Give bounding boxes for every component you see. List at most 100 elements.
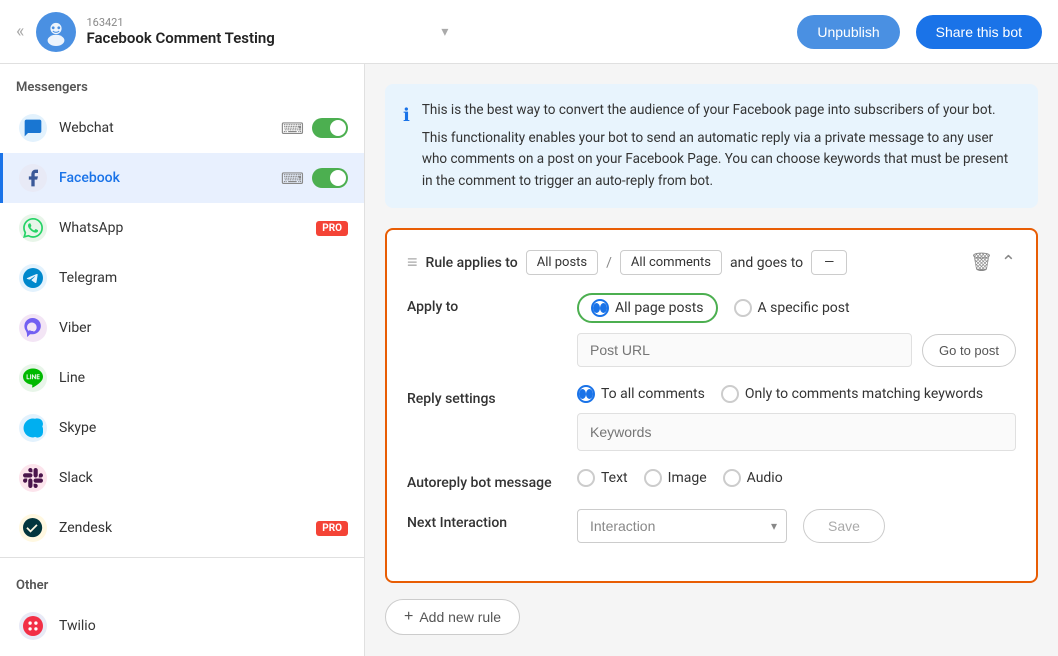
- interaction-select[interactable]: Interaction: [577, 509, 787, 543]
- only-matching-option[interactable]: Only to comments matching keywords: [721, 385, 983, 403]
- zendesk-label: Zendesk: [59, 520, 316, 536]
- messengers-section-title: Messengers: [0, 64, 364, 103]
- main-layout: Messengers Webchat ⌨ Facebook ⌨: [0, 64, 1058, 656]
- collapse-rule-icon[interactable]: ⌃: [1001, 252, 1016, 273]
- twilio-label: Twilio: [59, 618, 348, 634]
- sidebar-item-twilio[interactable]: Twilio: [0, 601, 364, 651]
- keywords-input[interactable]: [577, 413, 1016, 451]
- specific-post-option[interactable]: A specific post: [734, 299, 850, 317]
- reply-settings-row: Reply settings To all comments Only to c…: [407, 385, 1016, 451]
- post-url-input[interactable]: [577, 333, 912, 367]
- content-area: ℹ This is the best way to convert the au…: [365, 64, 1058, 656]
- text-label: Text: [601, 470, 628, 486]
- rule-card: ≡ Rule applies to All posts / All commen…: [385, 228, 1038, 583]
- go-to-post-button[interactable]: Go to post: [922, 334, 1016, 367]
- webchat-icon: [19, 114, 47, 142]
- info-text: This is the best way to convert the audi…: [422, 100, 1020, 192]
- apply-to-label: Apply to: [407, 293, 577, 315]
- bot-dropdown-icon[interactable]: ▾: [441, 24, 448, 40]
- autoreply-label: Autoreply bot message: [407, 469, 577, 491]
- apply-to-row: Apply to All page posts A specific post: [407, 293, 1016, 367]
- add-new-rule-button[interactable]: + Add new rule: [385, 599, 520, 635]
- unpublish-button[interactable]: Unpublish: [797, 15, 899, 49]
- apply-to-options: All page posts A specific post: [577, 293, 1016, 323]
- webchat-label: Webchat: [59, 120, 281, 136]
- whatsapp-icon: [19, 214, 47, 242]
- info-box: ℹ This is the best way to convert the au…: [385, 84, 1038, 208]
- all-page-posts-option[interactable]: All page posts: [577, 293, 718, 323]
- rule-header: ≡ Rule applies to All posts / All commen…: [407, 250, 1016, 275]
- goes-to-value[interactable]: —: [811, 250, 847, 275]
- rule-applies-label: Rule applies to: [426, 255, 518, 271]
- header: « 163421 Facebook Comment Testing ▾ Unpu…: [0, 0, 1058, 64]
- only-matching-label: Only to comments matching keywords: [745, 386, 983, 402]
- info-line2: This functionality enables your bot to s…: [422, 128, 1020, 193]
- viber-icon: [19, 314, 47, 342]
- sidebar-item-skype[interactable]: Skype: [0, 403, 364, 453]
- facebook-toggle[interactable]: [312, 168, 348, 188]
- image-option[interactable]: Image: [644, 469, 707, 487]
- sidebar-item-whatsapp[interactable]: WhatsApp PRO: [0, 203, 364, 253]
- interaction-select-wrapper: Interaction ▾: [577, 509, 787, 543]
- sidebar: Messengers Webchat ⌨ Facebook ⌨: [0, 64, 365, 656]
- telegram-label: Telegram: [59, 270, 348, 286]
- audio-radio[interactable]: [723, 469, 741, 487]
- delete-rule-icon[interactable]: 🗑: [970, 252, 993, 273]
- image-radio[interactable]: [644, 469, 662, 487]
- sidebar-item-slack[interactable]: Slack: [0, 453, 364, 503]
- slack-icon: [19, 464, 47, 492]
- webchat-chat-icon: ⌨: [281, 119, 304, 138]
- skype-label: Skype: [59, 420, 348, 436]
- add-rule-label: Add new rule: [419, 609, 501, 625]
- specific-post-radio[interactable]: [734, 299, 752, 317]
- twilio-icon: [19, 612, 47, 640]
- sidebar-item-line[interactable]: Line: [0, 353, 364, 403]
- zendesk-icon: [19, 514, 47, 542]
- autoreply-type-options: Text Image Audio: [577, 469, 1016, 487]
- facebook-chat-icon: ⌨: [281, 169, 304, 188]
- text-radio[interactable]: [577, 469, 595, 487]
- bot-avatar: [36, 12, 76, 52]
- next-interaction-content: Interaction ▾ Save: [577, 509, 1016, 543]
- viber-label: Viber: [59, 320, 348, 336]
- reply-settings-content: To all comments Only to comments matchin…: [577, 385, 1016, 451]
- telegram-icon: [19, 264, 47, 292]
- line-label: Line: [59, 370, 348, 386]
- whatsapp-label: WhatsApp: [59, 220, 316, 236]
- bot-id: 163421: [86, 16, 435, 29]
- sidebar-item-zendesk[interactable]: Zendesk PRO: [0, 503, 364, 553]
- audio-option[interactable]: Audio: [723, 469, 783, 487]
- to-all-comments-radio[interactable]: [577, 385, 595, 403]
- image-label: Image: [668, 470, 707, 486]
- next-interaction-row: Next Interaction Interaction ▾ Save: [407, 509, 1016, 543]
- all-comments-tag[interactable]: All comments: [620, 250, 722, 275]
- all-page-posts-label: All page posts: [615, 300, 704, 316]
- other-section-title: Other: [0, 562, 364, 601]
- audio-label: Audio: [747, 470, 783, 486]
- autoreply-row: Autoreply bot message Text Image: [407, 469, 1016, 491]
- sidebar-item-viber[interactable]: Viber: [0, 303, 364, 353]
- reply-settings-label: Reply settings: [407, 385, 577, 407]
- webchat-toggle[interactable]: [312, 118, 348, 138]
- all-posts-tag[interactable]: All posts: [526, 250, 598, 275]
- plus-icon: +: [404, 608, 413, 626]
- specific-post-label: A specific post: [758, 300, 850, 316]
- sidebar-item-facebook[interactable]: Facebook ⌨: [0, 153, 364, 203]
- sidebar-item-webchat[interactable]: Webchat ⌨: [0, 103, 364, 153]
- back-button[interactable]: «: [16, 21, 24, 42]
- post-url-row: Go to post: [577, 333, 1016, 367]
- drag-handle[interactable]: ≡: [407, 252, 418, 273]
- bot-name: Facebook Comment Testing: [86, 29, 435, 47]
- and-goes-label: and goes to: [730, 255, 803, 271]
- facebook-label: Facebook: [59, 170, 281, 186]
- save-button[interactable]: Save: [803, 509, 885, 543]
- all-page-posts-radio[interactable]: [591, 299, 609, 317]
- to-all-comments-option[interactable]: To all comments: [577, 385, 705, 403]
- skype-icon: [19, 414, 47, 442]
- text-option[interactable]: Text: [577, 469, 628, 487]
- bot-info: 163421 Facebook Comment Testing: [86, 16, 435, 47]
- sidebar-item-telegram[interactable]: Telegram: [0, 253, 364, 303]
- only-matching-radio[interactable]: [721, 385, 739, 403]
- share-button[interactable]: Share this bot: [916, 15, 1042, 49]
- sidebar-divider: [0, 557, 364, 558]
